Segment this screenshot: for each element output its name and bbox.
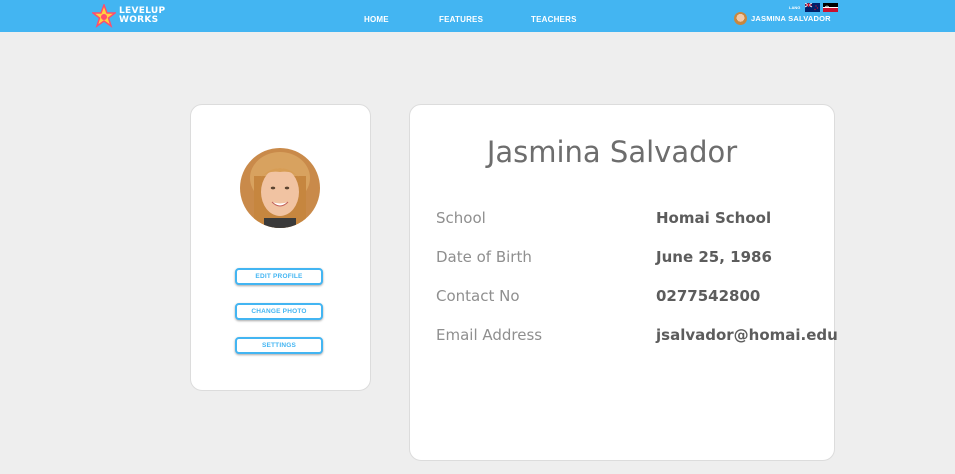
settings-button[interactable]: SETTINGS (235, 337, 323, 354)
profile-details-card: Jasmina Salvador School Homai School Dat… (409, 104, 838, 461)
school-label: School (436, 209, 486, 227)
school-value: Homai School (656, 209, 772, 227)
maori-flag-icon[interactable] (823, 3, 839, 12)
user-menu[interactable]: JASMINA SALVADOR (734, 12, 831, 25)
email-address-value: jsalvador@homai.edu (656, 326, 838, 344)
email-address-label: Email Address (436, 326, 543, 344)
logo-text-line2: WORKS (119, 15, 159, 25)
contact-no-label: Contact No (436, 287, 520, 305)
profile-photo-image (240, 148, 320, 228)
profile-photo (240, 148, 320, 228)
top-navigation-bar: LEVELUP WORKS HOME FEATURES TEACHERS LAN… (0, 0, 955, 32)
page-title: Jasmina Salvador (486, 135, 738, 169)
nav-home[interactable]: HOME (364, 0, 389, 32)
nav-teachers[interactable]: TEACHERS (531, 0, 577, 32)
date-of-birth-value: June 25, 1986 (656, 248, 772, 266)
levelup-works-logo[interactable]: LEVELUP WORKS (92, 3, 165, 29)
date-of-birth-label: Date of Birth (436, 248, 532, 266)
nz-flag-icon[interactable] (805, 3, 821, 12)
user-name: JASMINA SALVADOR (751, 14, 831, 23)
contact-no-value: 0277542800 (656, 287, 761, 305)
edit-profile-button[interactable]: EDIT PROFILE (235, 268, 323, 285)
avatar (734, 12, 747, 25)
change-photo-button[interactable]: CHANGE PHOTO (235, 303, 323, 320)
star-logo-icon (92, 4, 116, 28)
language-selector: LANG (789, 3, 839, 12)
profile-sidebar-card: EDIT PROFILE CHANGE PHOTO SETTINGS (190, 104, 371, 391)
nav-features[interactable]: FEATURES (439, 0, 483, 32)
lang-label: LANG (789, 5, 801, 10)
